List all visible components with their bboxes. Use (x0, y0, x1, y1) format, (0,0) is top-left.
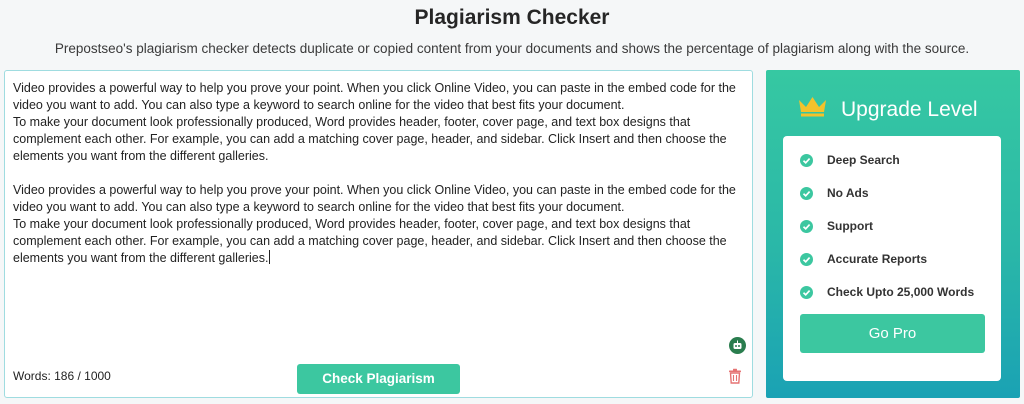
feature-label: Accurate Reports (827, 252, 928, 266)
feature-label: Check Upto 25,000 Words (827, 285, 975, 299)
feature-item: Support (800, 218, 873, 234)
page-subtitle: Prepostseo's plagiarism checker detects … (54, 41, 970, 56)
feature-item: Check Upto 25,000 Words (800, 284, 974, 300)
check-circle-icon (800, 252, 813, 266)
go-pro-button[interactable]: Go Pro (800, 314, 985, 353)
feature-label: Support (827, 219, 873, 233)
check-circle-icon (800, 285, 813, 299)
editor-content[interactable]: Video provides a powerful way to help yo… (13, 80, 743, 267)
upgrade-title: Upgrade Level (841, 98, 978, 121)
feature-item: No Ads (800, 185, 869, 201)
check-plagiarism-button[interactable]: Check Plagiarism (297, 364, 460, 394)
features-card: Deep Search No Ads Support Accurate Repo… (783, 136, 1001, 381)
check-circle-icon (800, 186, 813, 200)
crown-icon (797, 95, 828, 117)
text-caret (269, 250, 271, 264)
robot-icon[interactable] (729, 337, 746, 354)
word-count: Words: 186 / 1000 (13, 369, 111, 383)
feature-item: Accurate Reports (800, 251, 927, 267)
check-circle-icon (800, 219, 813, 233)
trash-icon[interactable] (728, 368, 742, 384)
feature-label: No Ads (827, 186, 869, 200)
upgrade-panel: Upgrade Level Deep Search No Ads Support… (766, 70, 1020, 398)
editor-text[interactable]: Video provides a powerful way to help yo… (13, 81, 739, 265)
page-title: Plagiarism Checker (414, 6, 610, 29)
feature-item: Deep Search (800, 152, 900, 168)
check-circle-icon (800, 153, 813, 167)
feature-label: Deep Search (827, 153, 900, 167)
text-editor[interactable]: Video provides a powerful way to help yo… (4, 70, 753, 398)
